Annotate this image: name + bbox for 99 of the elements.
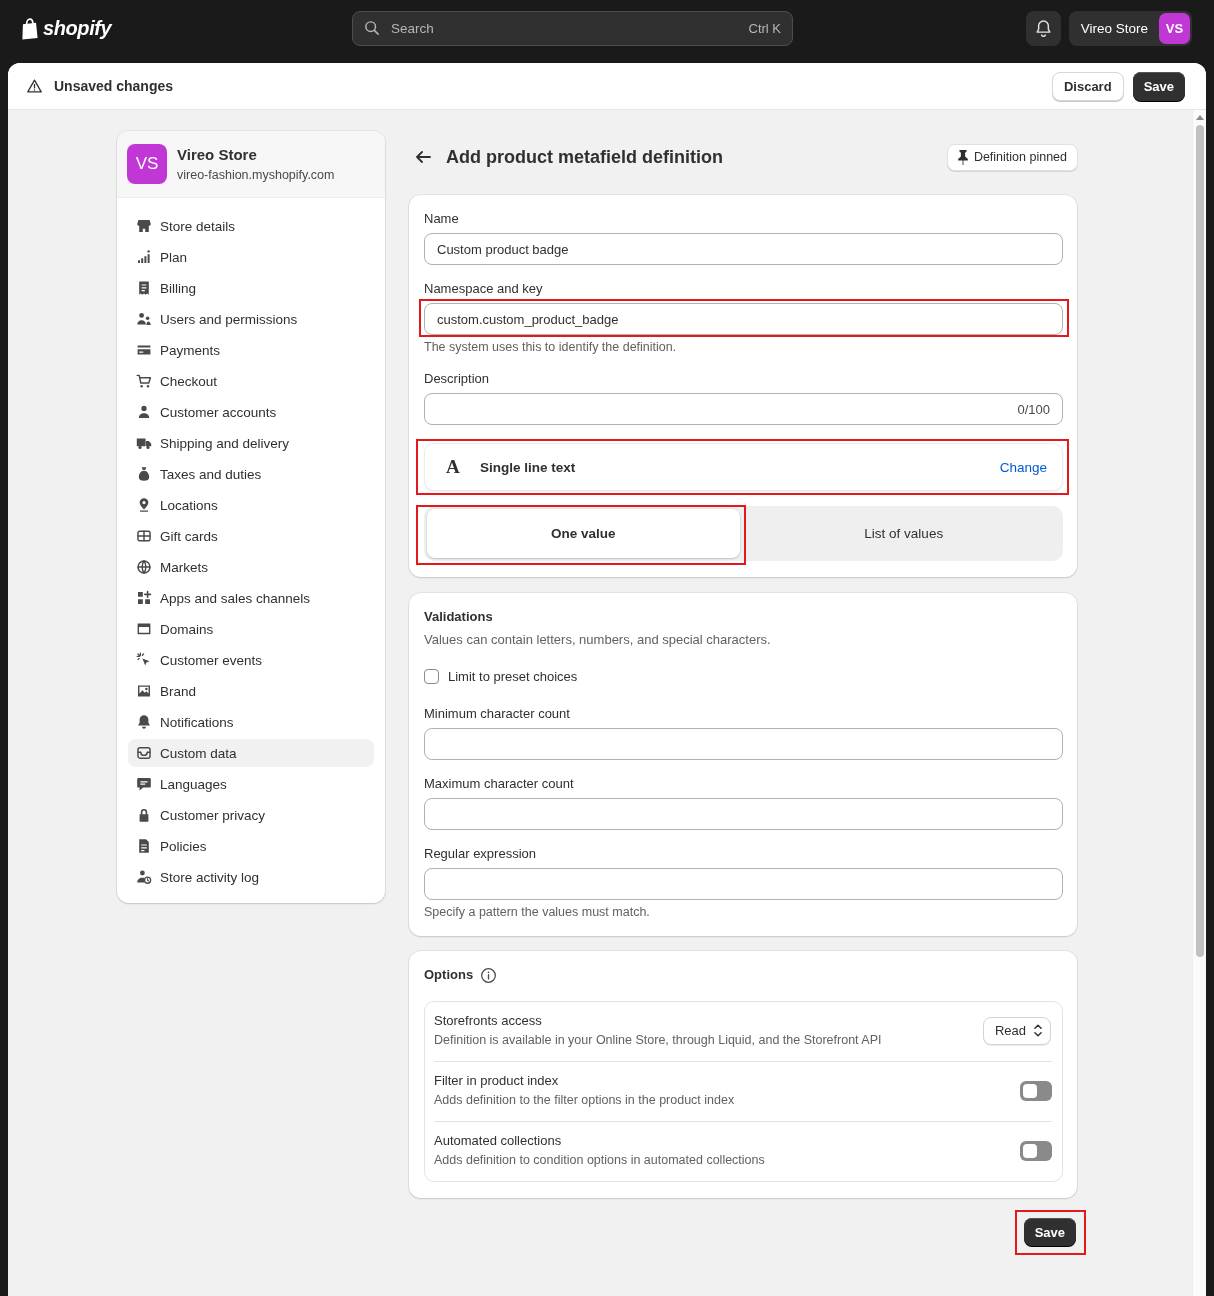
max-count-field[interactable] bbox=[424, 798, 1063, 830]
option-title: Automated collections bbox=[434, 1133, 562, 1149]
cursor-click-icon bbox=[136, 652, 152, 668]
change-link[interactable]: Change bbox=[999, 459, 1047, 475]
apps-grid-icon bbox=[136, 590, 152, 606]
people-icon bbox=[136, 311, 152, 327]
nav-item[interactable]: Apps and sales channels bbox=[128, 584, 374, 612]
globe-icon bbox=[136, 559, 152, 575]
store-avatar: VS bbox=[127, 144, 167, 184]
nav-item[interactable]: Taxes and duties bbox=[128, 460, 374, 488]
section-title: Validations bbox=[424, 609, 493, 625]
nav-item[interactable]: Policies bbox=[128, 832, 374, 860]
arrow-left-icon bbox=[416, 151, 431, 163]
nav-item[interactable]: Users and permissions bbox=[128, 305, 374, 333]
segment-option[interactable]: One value bbox=[427, 509, 740, 558]
store-icon bbox=[136, 218, 152, 234]
nav-item[interactable]: Domains bbox=[128, 615, 374, 643]
unsaved-changes-message: Unsaved changes bbox=[54, 78, 174, 94]
section-description: Values can contain letters, numbers, and special characters. bbox=[424, 632, 771, 648]
option-description: Adds definition to the filter options in the product index bbox=[434, 1092, 735, 1108]
toggle-switch[interactable] bbox=[1020, 1140, 1052, 1161]
store-avatar: VS bbox=[1159, 13, 1190, 44]
warning-icon bbox=[27, 79, 42, 93]
access-select[interactable]: Read bbox=[982, 1016, 1051, 1045]
nav-item[interactable]: Store details bbox=[128, 212, 374, 240]
field-label: Description bbox=[424, 371, 490, 387]
nav-item[interactable]: Gift cards bbox=[128, 522, 374, 550]
store-menu-button[interactable]: Vireo Store VS bbox=[1068, 11, 1192, 46]
scrollbar-thumb[interactable] bbox=[1195, 125, 1204, 957]
info-icon[interactable] bbox=[481, 967, 497, 983]
nav-item[interactable]: Notifications bbox=[128, 708, 374, 736]
money-bag-icon bbox=[136, 466, 152, 482]
toggle-switch[interactable] bbox=[1020, 1080, 1052, 1101]
namespace-key-field[interactable]: custom.custom_product_badge bbox=[424, 303, 1063, 335]
back-button[interactable] bbox=[416, 149, 431, 165]
gift-card-icon bbox=[136, 528, 152, 544]
page-title: Add product metafield definition bbox=[446, 146, 723, 168]
nav-item[interactable]: Plan bbox=[128, 243, 374, 271]
nav-item[interactable]: Payments bbox=[128, 336, 374, 364]
up-arrow-icon[interactable] bbox=[1195, 115, 1204, 120]
nav-item[interactable]: Locations bbox=[128, 491, 374, 519]
letter-icon: A bbox=[446, 457, 460, 477]
nav-item[interactable]: Billing bbox=[128, 274, 374, 302]
field-label: Namespace and key bbox=[424, 281, 543, 297]
pin-button[interactable]: Definition pinned bbox=[946, 143, 1078, 171]
nav-item[interactable]: Store activity log bbox=[128, 863, 374, 891]
scrollbar[interactable] bbox=[1192, 110, 1206, 1296]
shortcut-hint: Ctrl K bbox=[748, 21, 781, 36]
store-name: Vireo Store bbox=[177, 145, 257, 164]
min-count-field[interactable] bbox=[424, 728, 1063, 760]
store-domain: vireo-fashion.myshopify.com bbox=[177, 166, 335, 183]
field-label: Minimum character count bbox=[424, 706, 570, 722]
checkbox[interactable] bbox=[424, 669, 439, 684]
field-label: Maximum character count bbox=[424, 776, 574, 792]
field-label: Regular expression bbox=[424, 846, 536, 862]
nav-item[interactable]: Languages bbox=[128, 770, 374, 798]
person-clock-icon bbox=[136, 869, 152, 885]
save-button[interactable]: Save bbox=[1023, 1218, 1076, 1246]
shopping-bag-icon bbox=[20, 17, 40, 40]
chevron-up-down-icon bbox=[1034, 1024, 1042, 1037]
nav-item[interactable]: Customer privacy bbox=[128, 801, 374, 829]
section-title: Options bbox=[424, 967, 474, 983]
document-icon bbox=[136, 838, 152, 854]
bar-chart-icon bbox=[136, 249, 152, 265]
nav-item[interactable]: Shipping and delivery bbox=[128, 429, 374, 457]
tray-icon bbox=[136, 745, 152, 761]
nav-item[interactable]: Customer events bbox=[128, 646, 374, 674]
option-description: Adds definition to condition options in automated collections bbox=[434, 1152, 765, 1168]
browser-window-icon bbox=[136, 621, 152, 637]
option-title: Storefronts access bbox=[434, 1013, 542, 1029]
bell-icon bbox=[136, 714, 152, 730]
receipt-icon bbox=[136, 280, 152, 296]
cart-icon bbox=[136, 373, 152, 389]
nav-item[interactable]: Custom data bbox=[128, 739, 374, 767]
save-button[interactable]: Save bbox=[1132, 71, 1185, 101]
discard-button[interactable]: Discard bbox=[1051, 71, 1124, 101]
nav-item[interactable]: Customer accounts bbox=[128, 398, 374, 426]
regex-field[interactable] bbox=[424, 868, 1063, 900]
speech-bubble-icon bbox=[136, 776, 152, 792]
nav-item[interactable]: Checkout bbox=[128, 367, 374, 395]
segment-option[interactable]: List of values bbox=[747, 509, 1060, 558]
notifications-button[interactable] bbox=[1025, 11, 1061, 46]
help-text: Specify a pattern the values must match. bbox=[424, 904, 650, 920]
description-field[interactable]: 0/100 bbox=[424, 393, 1063, 425]
nav-item[interactable]: Brand bbox=[128, 677, 374, 705]
search-icon bbox=[365, 21, 379, 35]
option-description: Definition is available in your Online Store, through Liquid, and the Storefront API bbox=[434, 1032, 882, 1048]
option-title: Filter in product index bbox=[434, 1073, 559, 1089]
image-icon bbox=[136, 683, 152, 699]
nav-item[interactable]: Markets bbox=[128, 553, 374, 581]
bell-icon bbox=[1035, 20, 1051, 37]
name-field[interactable]: Custom product badge bbox=[424, 233, 1063, 265]
checkbox-label: Limit to preset choices bbox=[448, 669, 578, 684]
help-text: The system uses this to identify the definition. bbox=[424, 339, 677, 355]
person-icon bbox=[136, 404, 152, 420]
logo-text: shopify bbox=[43, 17, 112, 40]
type-label: Single line text bbox=[480, 459, 576, 475]
character-count: 0/100 bbox=[1017, 401, 1050, 417]
field-label: Name bbox=[424, 211, 459, 227]
